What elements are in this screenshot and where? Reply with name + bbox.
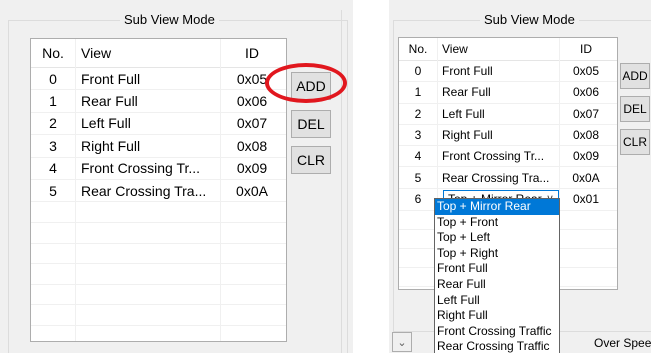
row-id: 0x01 [572,192,600,207]
list-body: 0 Front Full 0x05 1 Rear Full 0x06 2 Left Full 0… [31,68,286,326]
row-no: 3 [49,137,57,154]
row-no: 5 [49,182,57,199]
left-panel: Sub View Mode No. View ID 0 Front Full 0x0… [0,0,353,353]
row-id: 0x06 [572,85,600,100]
row-id: 0x07 [236,115,268,132]
empty-row [31,285,286,306]
panel-divider [341,10,342,353]
row-view: Right Full [442,128,493,143]
dropdown-item[interactable]: Left Full [435,293,559,309]
row-view: Right Full [81,137,141,154]
view-dropdown-list[interactable]: Top + Mirror Rear Top + Front Top + Left To… [434,198,560,353]
row-view: Front Crossing Tr... [442,149,545,164]
header-no[interactable]: No. [399,42,437,56]
group-title: Sub View Mode [480,12,579,28]
chevron-down-icon: ⌄ [397,336,407,349]
row-no: 4 [414,149,422,164]
dropdown-item[interactable]: Top + Front [435,215,559,231]
row-id: 0x08 [236,137,268,154]
empty-row [31,264,286,285]
header-id[interactable]: ID [220,45,284,61]
row-no: 2 [49,115,57,132]
row-no: 0 [49,70,57,87]
add-button[interactable]: ADD [620,63,650,89]
row-id: 0x08 [572,128,600,143]
row-view: Front Full [442,64,493,79]
over-speed-label: Over Spee [594,336,651,350]
clr-button[interactable]: CLR [620,129,650,155]
table-row[interactable]: 1 Rear Full 0x06 [31,90,286,113]
table-row[interactable]: 0 Front Full 0x05 [399,61,617,83]
dropdown-item[interactable]: Rear Full [435,277,559,293]
row-view: Left Full [81,115,131,132]
table-row[interactable]: 4 Front Crossing Tr... 0x09 [399,146,617,168]
del-button[interactable]: DEL [620,96,650,122]
row-id: 0x0A [236,182,268,199]
row-no: 4 [49,160,57,177]
row-id: 0x05 [236,70,268,87]
dropdown-item[interactable]: Top + Right [435,246,559,262]
list-header: No. View ID [399,38,617,61]
dropdown-item[interactable]: Top + Left [435,230,559,246]
table-row[interactable]: 5 Rear Crossing Tra... 0x0A [399,167,617,189]
empty-row [31,202,286,223]
empty-row [31,244,286,265]
row-id: 0x06 [236,93,268,110]
empty-row [31,223,286,244]
right-panel: Sub View Mode No. View ID 0 Front Full 0x0… [389,0,651,353]
dropdown-item[interactable]: Front Full [435,261,559,277]
row-no: 2 [414,106,422,121]
row-id: 0x09 [572,149,600,164]
row-view: Front Crossing Tr... [81,160,201,177]
add-button[interactable]: ADD [291,72,331,100]
row-no: 1 [414,85,422,100]
table-row[interactable]: 1 Rear Full 0x06 [399,82,617,104]
list-header: No. View ID [31,39,286,68]
row-id: 0x0A [572,170,600,185]
dropdown-items: Top + Mirror Rear Top + Front Top + Left To… [435,199,559,353]
row-no: 5 [414,170,422,185]
row-id: 0x05 [572,64,600,79]
dropdown-item[interactable]: Right Full [435,308,559,324]
header-id[interactable]: ID [559,42,613,56]
row-no: 3 [414,128,422,143]
row-view: Left Full [442,106,485,121]
row-no: 1 [49,93,57,110]
row-view: Rear Full [442,85,491,100]
sub-view-list[interactable]: No. View ID 0 Front Full 0x05 1 Rear Full 0x0… [30,38,287,342]
table-row[interactable]: 3 Right Full 0x08 [31,135,286,158]
header-view[interactable]: View [437,42,559,56]
group-title: Sub View Mode [120,12,219,28]
row-view: Rear Full [81,93,138,110]
row-view: Rear Crossing Tra... [81,182,207,199]
dropdown-item[interactable]: Top + Mirror Rear [435,199,559,215]
dropdown-item[interactable]: Rear Crossing Traffic [435,339,559,353]
column-separator [75,39,76,341]
row-view: Front Full [81,70,141,87]
row-id: 0x09 [236,160,268,177]
table-row[interactable]: 2 Left Full 0x07 [31,113,286,136]
table-row[interactable]: 2 Left Full 0x07 [399,104,617,125]
dropdown-item[interactable]: Front Crossing Traffic [435,324,559,340]
empty-row [31,305,286,326]
row-no: 0 [414,64,422,79]
table-row[interactable]: 4 Front Crossing Tr... 0x09 [31,158,286,180]
row-id: 0x07 [572,106,600,121]
header-view[interactable]: View [75,45,220,61]
table-row[interactable]: 5 Rear Crossing Tra... 0x0A [31,180,286,203]
table-row[interactable]: 3 Right Full 0x08 [399,125,617,147]
header-no[interactable]: No. [31,45,75,61]
row-view: Rear Crossing Tra... [442,170,550,185]
column-separator [220,39,221,341]
row-no: 6 [414,192,422,207]
clr-button[interactable]: CLR [291,146,331,174]
scroll-down-button[interactable]: ⌄ [392,332,412,352]
table-row[interactable]: 0 Front Full 0x05 [31,68,286,91]
del-button[interactable]: DEL [291,110,331,138]
